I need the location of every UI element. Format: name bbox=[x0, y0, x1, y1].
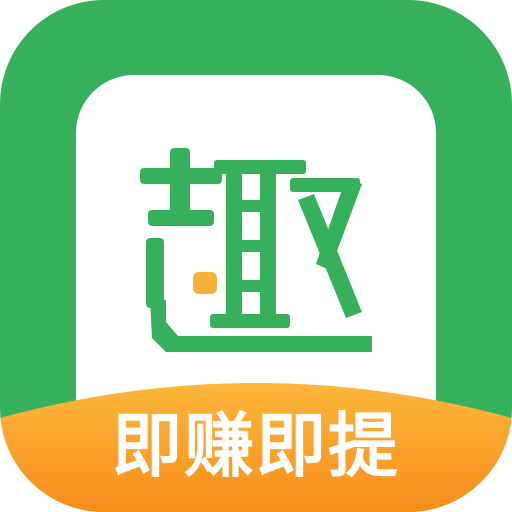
logo-accent-dot bbox=[193, 272, 217, 294]
app-icon-root: 即赚即提 bbox=[0, 0, 512, 512]
app-icon[interactable]: 即赚即提 bbox=[0, 0, 512, 512]
slogan-text: 即赚即提 bbox=[112, 405, 400, 487]
